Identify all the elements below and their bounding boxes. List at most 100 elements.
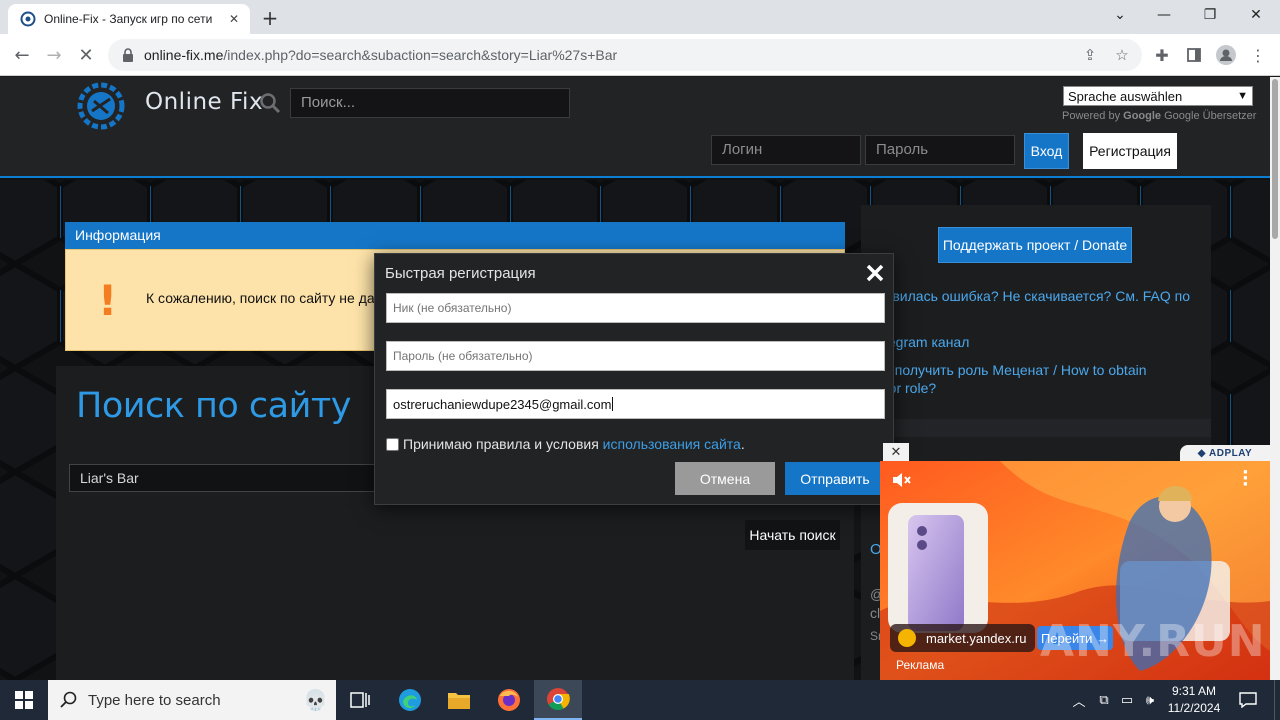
task-view-icon[interactable] (336, 680, 384, 720)
firefox-icon[interactable] (485, 680, 533, 720)
adplay-logo-icon: ◆ (1197, 447, 1206, 459)
clock-time: 9:31 AM (1171, 684, 1217, 698)
close-icon[interactable] (865, 263, 885, 283)
yandex-market-logo-icon (898, 629, 916, 647)
email-field[interactable]: ostreruchaniewdupe2345@gmail.com (386, 389, 885, 419)
agree-suffix: . (740, 436, 745, 452)
sidebar-link-telegram[interactable]: elegram канал (877, 333, 1197, 351)
profile-avatar-icon[interactable] (1215, 44, 1237, 66)
donate-button[interactable]: Поддержать проект / Donate (938, 227, 1132, 263)
page-title: Поиск по сайту (76, 386, 351, 426)
agree-label: Принимаю правила и условия (403, 436, 603, 452)
exclamation-icon: ! (98, 276, 118, 325)
back-button[interactable]: ← (8, 41, 36, 69)
taskbar-clock[interactable]: 9:31 AM 11/2/2024 (1158, 683, 1230, 717)
site-search-input[interactable]: Liar's Bar (69, 464, 399, 492)
search-highlight-icon: 💀 (303, 689, 328, 712)
scrollbar-thumb[interactable] (1272, 79, 1278, 239)
agree-checkbox[interactable] (386, 437, 399, 451)
google-logo: Google (1123, 110, 1162, 122)
sidebar-link-faq[interactable]: оявилась ошибка? Не скачивается? См. FAQ… (877, 287, 1197, 323)
dialog-title: Быстрая регистрация (385, 265, 536, 282)
sidebar-link-patron-role[interactable]: ак получить роль Меценат / How to obtain… (877, 361, 1197, 397)
ad-label: Реклама (896, 658, 945, 672)
taskbar-search-placeholder: Type here to search (88, 691, 221, 709)
sidebar-link-patron-line2: ator role? (877, 380, 937, 396)
ad-brand-label: ADPLAY (1209, 447, 1253, 459)
site-name[interactable]: Online Fix (145, 89, 263, 115)
ad-advertiser[interactable]: market.yandex.ru (890, 624, 1035, 652)
ad-domain: market.yandex.ru (926, 630, 1027, 646)
chevron-down-icon: ▼ (1237, 90, 1248, 102)
nick-field[interactable]: Ник (не обязательно) (386, 293, 885, 323)
share-icon[interactable]: ⇪ (1080, 45, 1100, 65)
chrome-icon[interactable] (534, 680, 582, 720)
password-optional-field[interactable]: Пароль (не обязательно) (386, 341, 885, 371)
url-text: online-fix.me/index.php?do=search&subact… (144, 47, 618, 63)
site-header: Online Fix Поиск... Sprache auswählen ▼ … (0, 77, 1270, 178)
sidebar-link-faq-line1: оявилась ошибка? Не скачивается? См. FAQ… (877, 288, 1191, 304)
info-heading: Информация (65, 222, 845, 249)
register-button[interactable]: Регистрация (1083, 133, 1177, 169)
start-button[interactable] (0, 680, 48, 720)
address-bar[interactable]: online-fix.me/index.php?do=search&subact… (108, 39, 1142, 71)
login-button[interactable]: Вход (1024, 133, 1069, 169)
google-translate-credit: Powered by Google Google Übersetzer (1062, 110, 1256, 122)
close-window-button[interactable]: ✕ (1233, 0, 1279, 30)
ad-menu-icon[interactable]: · · · (1242, 464, 1249, 494)
tab-title: Online-Fix - Запуск игр по сети (44, 12, 213, 26)
translate-link[interactable]: Google Übersetzer (1164, 110, 1256, 122)
tray-overflow-chevron-icon[interactable]: ︿ (1068, 680, 1090, 720)
search-icon[interactable] (259, 92, 281, 114)
site-favicon-icon (20, 11, 36, 27)
submit-button[interactable]: Отправить (785, 462, 885, 495)
language-select-value: Sprache auswählen (1068, 88, 1183, 104)
network-icon[interactable]: ▭ (1116, 680, 1138, 720)
search-icon (60, 691, 77, 708)
edge-icon[interactable] (386, 680, 434, 720)
browser-menu-icon[interactable]: ⋮ (1247, 44, 1269, 66)
header-search-input[interactable]: Поиск... (290, 88, 570, 118)
text-caret (612, 397, 614, 411)
forward-button[interactable]: → (40, 41, 68, 69)
terms-agreement: Принимаю правила и условия использования… (386, 436, 745, 452)
quick-registration-dialog: Быстрая регистрация Ник (не обязательно)… (374, 253, 894, 505)
ad-close-button[interactable]: ✕ (883, 443, 909, 461)
windows-logo-icon (15, 691, 33, 709)
device-icon[interactable]: ⧉ (1093, 680, 1115, 720)
language-select[interactable]: Sprache auswählen ▼ (1063, 86, 1253, 106)
email-field-value: ostreruchaniewdupe2345@gmail.com (393, 397, 612, 412)
sidebar-divider (861, 419, 1211, 437)
ad-brand-badge: ◆ ADPLAY (1180, 445, 1270, 461)
sidebar-link-patron-line1: ак получить роль Меценат / How to obtain (877, 362, 1147, 378)
minimize-button[interactable]: — (1141, 0, 1187, 30)
browser-toolbar: ← → ✕ online-fix.me/index.php?do=search&… (0, 34, 1280, 76)
mute-icon[interactable] (890, 469, 912, 491)
notifications-icon[interactable] (1234, 680, 1262, 720)
tab-close-icon[interactable]: ✕ (226, 11, 242, 27)
anyrun-watermark: ANY.RUN (1040, 616, 1266, 667)
bookmark-star-icon[interactable]: ☆ (1112, 45, 1132, 65)
lock-icon (123, 48, 133, 62)
tab-search-chevron-icon[interactable]: ⌄ (1097, 0, 1143, 30)
page-scrollbar[interactable] (1270, 77, 1280, 680)
stop-loading-button[interactable]: ✕ (72, 41, 100, 69)
taskbar-search-box[interactable]: Type here to search 💀 (48, 680, 336, 720)
browser-tab[interactable]: Online-Fix - Запуск игр по сети ✕ (8, 4, 250, 34)
sidebar-fragment-2: cl (870, 605, 881, 621)
windows-taskbar: Type here to search 💀 ︿ ⧉ ▭ 🕪 9:31 AM 11… (0, 680, 1280, 720)
browser-tabstrip: Online-Fix - Запуск игр по сети ✕ + ⌄ — … (0, 0, 1280, 34)
site-logo-icon[interactable] (76, 81, 126, 131)
cancel-button[interactable]: Отмена (675, 462, 775, 495)
terms-link[interactable]: использования сайта (603, 436, 741, 452)
extensions-puzzle-icon[interactable]: ✚ (1151, 44, 1173, 66)
side-panel-icon[interactable] (1183, 44, 1205, 66)
new-tab-button[interactable]: + (258, 6, 282, 30)
restore-button[interactable]: ❐ (1187, 0, 1233, 30)
clock-date: 11/2/2024 (1167, 701, 1221, 715)
login-field[interactable]: Логин (711, 135, 861, 165)
password-field[interactable]: Пароль (865, 135, 1015, 165)
show-desktop-button[interactable] (1274, 680, 1280, 720)
start-search-button[interactable]: Начать поиск (745, 520, 840, 550)
file-explorer-icon[interactable] (435, 680, 483, 720)
